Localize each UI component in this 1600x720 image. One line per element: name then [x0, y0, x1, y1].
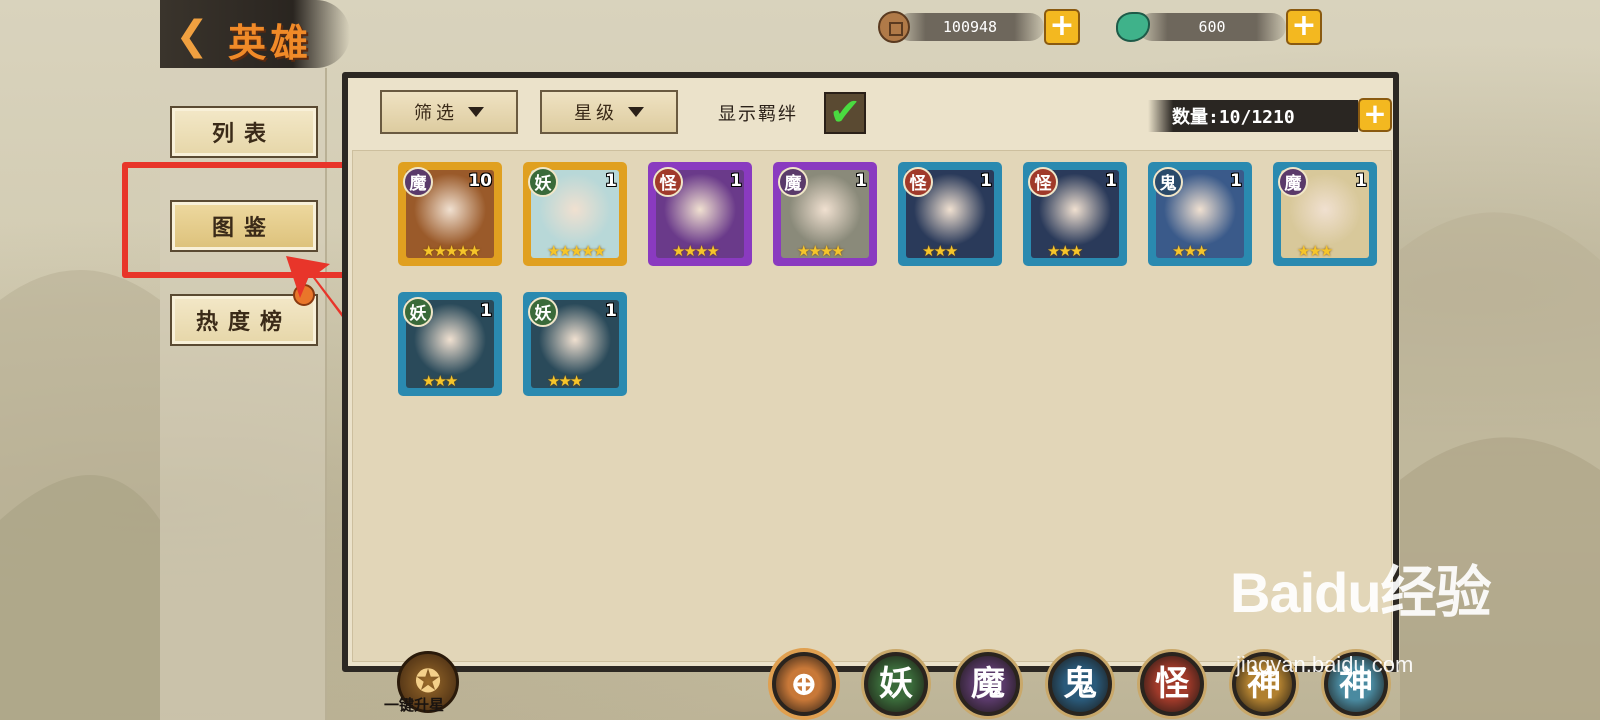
show-bond-checkbox[interactable]: ✔ [824, 92, 866, 134]
hero-card[interactable]: 魔 10 ★★★★★ [398, 162, 502, 266]
hero-stars: ★★★ [1047, 242, 1083, 260]
star-dropdown-label: 星级 [574, 103, 618, 124]
hero-count: 数量:10/1210 [1148, 100, 1358, 132]
hero-stars: ★★★ [422, 372, 458, 390]
faction-badge: 怪 [903, 167, 933, 197]
hero-card[interactable]: 妖 1 ★★★ [398, 292, 502, 396]
hero-stars: ★★★★ [797, 242, 845, 260]
filter-dropdown-label: 筛选 [414, 103, 458, 124]
hero-level: 10 [468, 171, 492, 191]
faction-badge: 妖 [403, 297, 433, 327]
hero-card[interactable]: 怪 1 ★★★★ [648, 162, 752, 266]
hero-card[interactable]: 怪 1 ★★★ [898, 162, 1002, 266]
faction-badge: 怪 [1028, 167, 1058, 197]
hero-stars: ★★★★★ [547, 242, 606, 260]
hero-level: 1 [855, 171, 867, 191]
copper-coin-icon [878, 11, 910, 43]
hero-card[interactable]: 魔 1 ★★★ [1273, 162, 1377, 266]
hero-level: 1 [605, 301, 617, 321]
faction-filter-all[interactable]: ⊕ [772, 652, 836, 716]
hero-stars: ★★★ [1172, 242, 1208, 260]
hero-level: 1 [1105, 171, 1117, 191]
one-click-star-up-label: 一键升星 [384, 696, 445, 714]
hero-stars: ★★★ [1297, 242, 1333, 260]
faction-badge: 鬼 [1153, 167, 1183, 197]
faction-badge: 魔 [1278, 167, 1308, 197]
hero-level: 1 [1230, 171, 1242, 191]
hero-stars: ★★★★★ [422, 242, 481, 260]
hero-card[interactable]: 妖 1 ★★★★★ [523, 162, 627, 266]
filter-dropdown[interactable]: 筛选 [380, 90, 518, 134]
caret-down-icon [628, 107, 644, 117]
faction-filter-button[interactable]: 妖 [864, 652, 928, 716]
faction-badge: 妖 [528, 297, 558, 327]
watermark-brand: Baidu经验 [1230, 561, 1492, 624]
hero-level: 1 [730, 171, 742, 191]
faction-filter-button[interactable]: 鬼 [1048, 652, 1112, 716]
hero-card[interactable]: 妖 1 ★★★ [523, 292, 627, 396]
show-bond-label: 显示羁绊 [718, 104, 798, 125]
hero-stars: ★★★ [922, 242, 958, 260]
watermark-url: jingyan.baidu.com [1236, 652, 1414, 677]
star-dropdown[interactable]: 星级 [540, 90, 678, 134]
hero-level: 1 [1355, 171, 1367, 191]
faction-badge: 魔 [778, 167, 808, 197]
hero-card[interactable]: 鬼 1 ★★★ [1148, 162, 1252, 266]
hero-level: 1 [980, 171, 992, 191]
hero-level: 1 [480, 301, 492, 321]
faction-filter-button[interactable]: 怪 [1140, 652, 1204, 716]
add-capacity-button[interactable]: + [1358, 98, 1392, 132]
hero-stars: ★★★★ [672, 242, 720, 260]
faction-badge: 妖 [528, 167, 558, 197]
hero-level: 1 [605, 171, 617, 191]
baidu-watermark: Baidu经验 [1230, 548, 1492, 629]
hero-card[interactable]: 怪 1 ★★★ [1023, 162, 1127, 266]
faction-filter-button[interactable]: 魔 [956, 652, 1020, 716]
hero-stars: ★★★ [547, 372, 583, 390]
caret-down-icon [468, 107, 484, 117]
faction-badge: 魔 [403, 167, 433, 197]
hero-card[interactable]: 魔 1 ★★★★ [773, 162, 877, 266]
faction-badge: 怪 [653, 167, 683, 197]
